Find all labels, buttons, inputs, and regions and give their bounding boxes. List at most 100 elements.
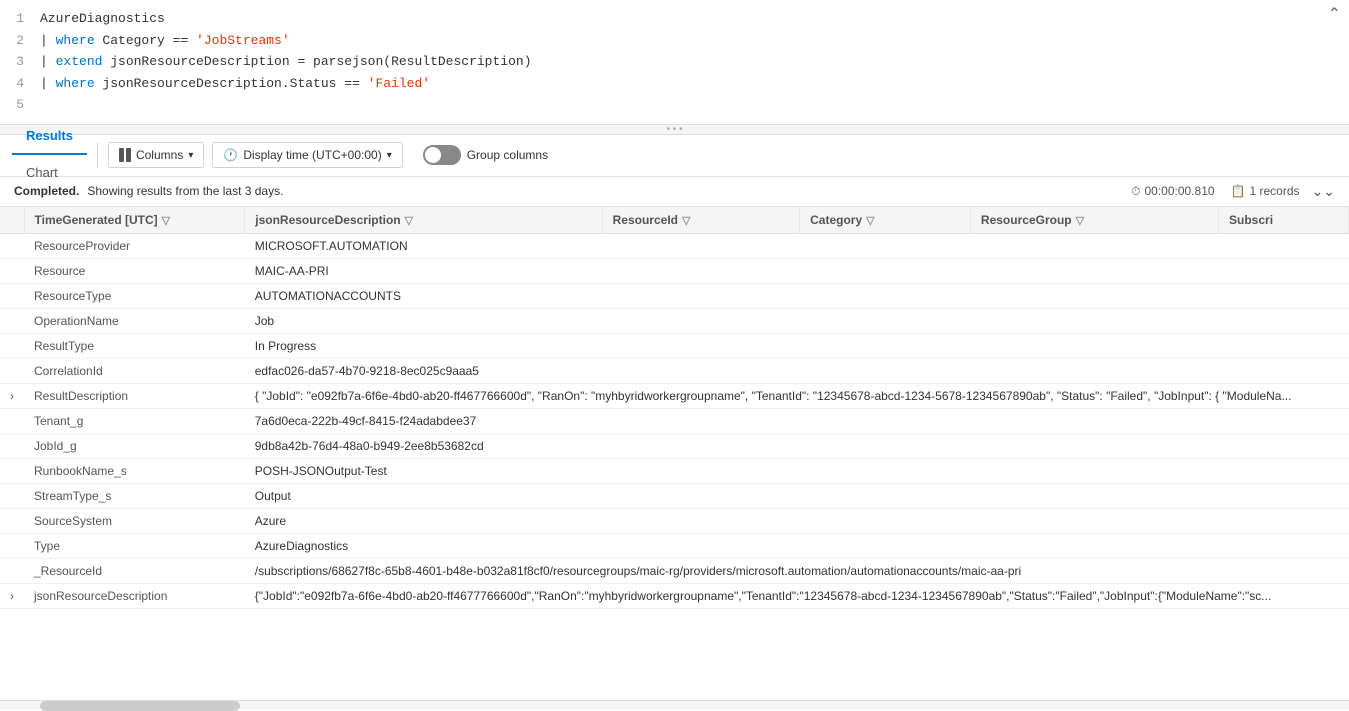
- resize-handle[interactable]: • • •: [0, 125, 1349, 135]
- table-row: ResultTypeIn Progress: [0, 333, 1349, 358]
- row-key-3: OperationName: [24, 308, 245, 333]
- row-key-2: ResourceType: [24, 283, 245, 308]
- display-time-chevron-icon: ▾: [387, 150, 392, 161]
- row-value-14: {"JobId":"e092fb7a-6f6e-4bd0-ab20-ff4677…: [245, 583, 1349, 608]
- row-expand-11[interactable]: [0, 508, 24, 533]
- row-value-1: MAIC-AA-PRI: [245, 258, 1349, 283]
- row-value-8: 9db8a42b-76d4-48a0-b949-2ee8b53682cd: [245, 433, 1349, 458]
- row-key-6: ResultDescription: [24, 383, 245, 408]
- row-expand-1[interactable]: [0, 258, 24, 283]
- col-header-jsonresourcedescription[interactable]: jsonResourceDescription▽: [245, 207, 602, 234]
- col-header-subscri[interactable]: Subscri: [1219, 207, 1349, 234]
- line-content-2: | where Category == 'JobStreams': [40, 31, 1337, 51]
- row-value-11: Azure: [245, 508, 1349, 533]
- row-key-4: ResultType: [24, 333, 245, 358]
- horizontal-scrollbar[interactable]: [0, 700, 1349, 710]
- line-number-4: 4: [0, 74, 24, 94]
- row-expand-10[interactable]: [0, 483, 24, 508]
- filter-icon[interactable]: ▽: [1076, 214, 1084, 227]
- row-expand-0[interactable]: [0, 233, 24, 258]
- collapse-button[interactable]: ⌃: [1328, 4, 1341, 24]
- row-value-0: MICROSOFT.AUTOMATION: [245, 233, 1349, 258]
- display-time-label: Display time (UTC+00:00): [243, 148, 381, 162]
- row-value-13: /subscriptions/68627f8c-65b8-4601-b48e-b…: [245, 558, 1349, 583]
- line-number-2: 2: [0, 31, 24, 51]
- time-value: 00:00:00.810: [1144, 184, 1214, 198]
- toggle-track: [423, 145, 461, 165]
- row-key-14: jsonResourceDescription: [24, 583, 245, 608]
- results-table: TimeGenerated [UTC]▽jsonResourceDescript…: [0, 207, 1349, 609]
- col-header-resourcegroup[interactable]: ResourceGroup▽: [970, 207, 1218, 234]
- table-row: StreamType_sOutput: [0, 483, 1349, 508]
- row-expand-4[interactable]: [0, 333, 24, 358]
- code-editor: 1AzureDiagnostics2 | where Category == 'J…: [0, 0, 1349, 125]
- row-expand-2[interactable]: [0, 283, 24, 308]
- table-row: ResourceMAIC-AA-PRI: [0, 258, 1349, 283]
- row-key-8: JobId_g: [24, 433, 245, 458]
- row-key-10: StreamType_s: [24, 483, 245, 508]
- table-row: ›ResultDescription{ "JobId": "e092fb7a-6…: [0, 383, 1349, 408]
- toggle-switch[interactable]: [423, 145, 461, 165]
- row-value-5: edfac026-da57-4b70-9218-8ec025c9aaa5: [245, 358, 1349, 383]
- status-records: 📋 1 records: [1231, 184, 1300, 198]
- line-content-4: | where jsonResourceDescription.Status =…: [40, 74, 1337, 94]
- filter-icon[interactable]: ▽: [866, 214, 874, 227]
- row-key-12: Type: [24, 533, 245, 558]
- expand-col-header: [0, 207, 24, 234]
- row-expand-14[interactable]: ›: [0, 583, 24, 608]
- row-value-12: AzureDiagnostics: [245, 533, 1349, 558]
- row-key-9: RunbookName_s: [24, 458, 245, 483]
- row-expand-13[interactable]: [0, 558, 24, 583]
- table-row: ResourceTypeAUTOMATIONACCOUNTS: [0, 283, 1349, 308]
- col-header-resourceid[interactable]: ResourceId▽: [602, 207, 799, 234]
- group-columns-toggle: Group columns: [413, 145, 548, 165]
- results-table-container[interactable]: TimeGenerated [UTC]▽jsonResourceDescript…: [0, 207, 1349, 700]
- filter-icon[interactable]: ▽: [162, 214, 170, 227]
- records-icon: 📋: [1231, 184, 1246, 198]
- row-key-7: Tenant_g: [24, 408, 245, 433]
- table-row: Tenant_g7a6d0eca-222b-49cf-8415-f24adabd…: [0, 408, 1349, 433]
- columns-chevron-icon: ▾: [188, 150, 193, 161]
- row-expand-12[interactable]: [0, 533, 24, 558]
- line-content-3: | extend jsonResourceDescription = parse…: [40, 52, 1337, 72]
- group-columns-label: Group columns: [467, 148, 548, 162]
- code-line-5: 5: [0, 94, 1349, 116]
- row-expand-3[interactable]: [0, 308, 24, 333]
- filter-icon[interactable]: ▽: [682, 214, 690, 227]
- row-key-0: ResourceProvider: [24, 233, 245, 258]
- scrollbar-thumb[interactable]: [40, 701, 240, 711]
- columns-label: Columns: [136, 148, 183, 162]
- line-number-1: 1: [0, 9, 24, 29]
- table-row: SourceSystemAzure: [0, 508, 1349, 533]
- columns-button[interactable]: Columns ▾: [108, 142, 204, 168]
- columns-icon: [119, 148, 131, 162]
- table-header: TimeGenerated [UTC]▽jsonResourceDescript…: [0, 207, 1349, 234]
- row-expand-7[interactable]: [0, 408, 24, 433]
- row-value-3: Job: [245, 308, 1349, 333]
- app-container: 1AzureDiagnostics2| where Category == 'J…: [0, 0, 1349, 710]
- table-row: ResourceProviderMICROSOFT.AUTOMATION: [0, 233, 1349, 258]
- code-line-3: 3| extend jsonResourceDescription = pars…: [0, 51, 1349, 73]
- code-line-1: 1AzureDiagnostics: [0, 8, 1349, 30]
- table-row: OperationNameJob: [0, 308, 1349, 333]
- records-value: 1 records: [1250, 184, 1300, 198]
- table-row: _ResourceId/subscriptions/68627f8c-65b8-…: [0, 558, 1349, 583]
- col-header-timegenerated-[utc][interactable]: TimeGenerated [UTC]▽: [24, 207, 245, 234]
- row-expand-5[interactable]: [0, 358, 24, 383]
- clock-icon: 🕐: [223, 148, 238, 162]
- row-key-1: Resource: [24, 258, 245, 283]
- code-line-2: 2 | where Category == 'JobStreams': [0, 30, 1349, 52]
- col-header-category[interactable]: Category▽: [800, 207, 971, 234]
- row-expand-8[interactable]: [0, 433, 24, 458]
- row-expand-9[interactable]: [0, 458, 24, 483]
- code-line-4: 4 | where jsonResourceDescription.Status …: [0, 73, 1349, 95]
- expand-results-button[interactable]: ⌄⌄: [1312, 183, 1335, 200]
- row-value-10: Output: [245, 483, 1349, 508]
- display-time-button[interactable]: 🕐 Display time (UTC+00:00) ▾: [212, 142, 402, 168]
- row-key-5: CorrelationId: [24, 358, 245, 383]
- table-header-row: TimeGenerated [UTC]▽jsonResourceDescript…: [0, 207, 1349, 234]
- row-expand-6[interactable]: ›: [0, 383, 24, 408]
- table-row: CorrelationIdedfac026-da57-4b70-9218-8ec…: [0, 358, 1349, 383]
- filter-icon[interactable]: ▽: [405, 214, 413, 227]
- table-row: RunbookName_sPOSH-JSONOutput-Test: [0, 458, 1349, 483]
